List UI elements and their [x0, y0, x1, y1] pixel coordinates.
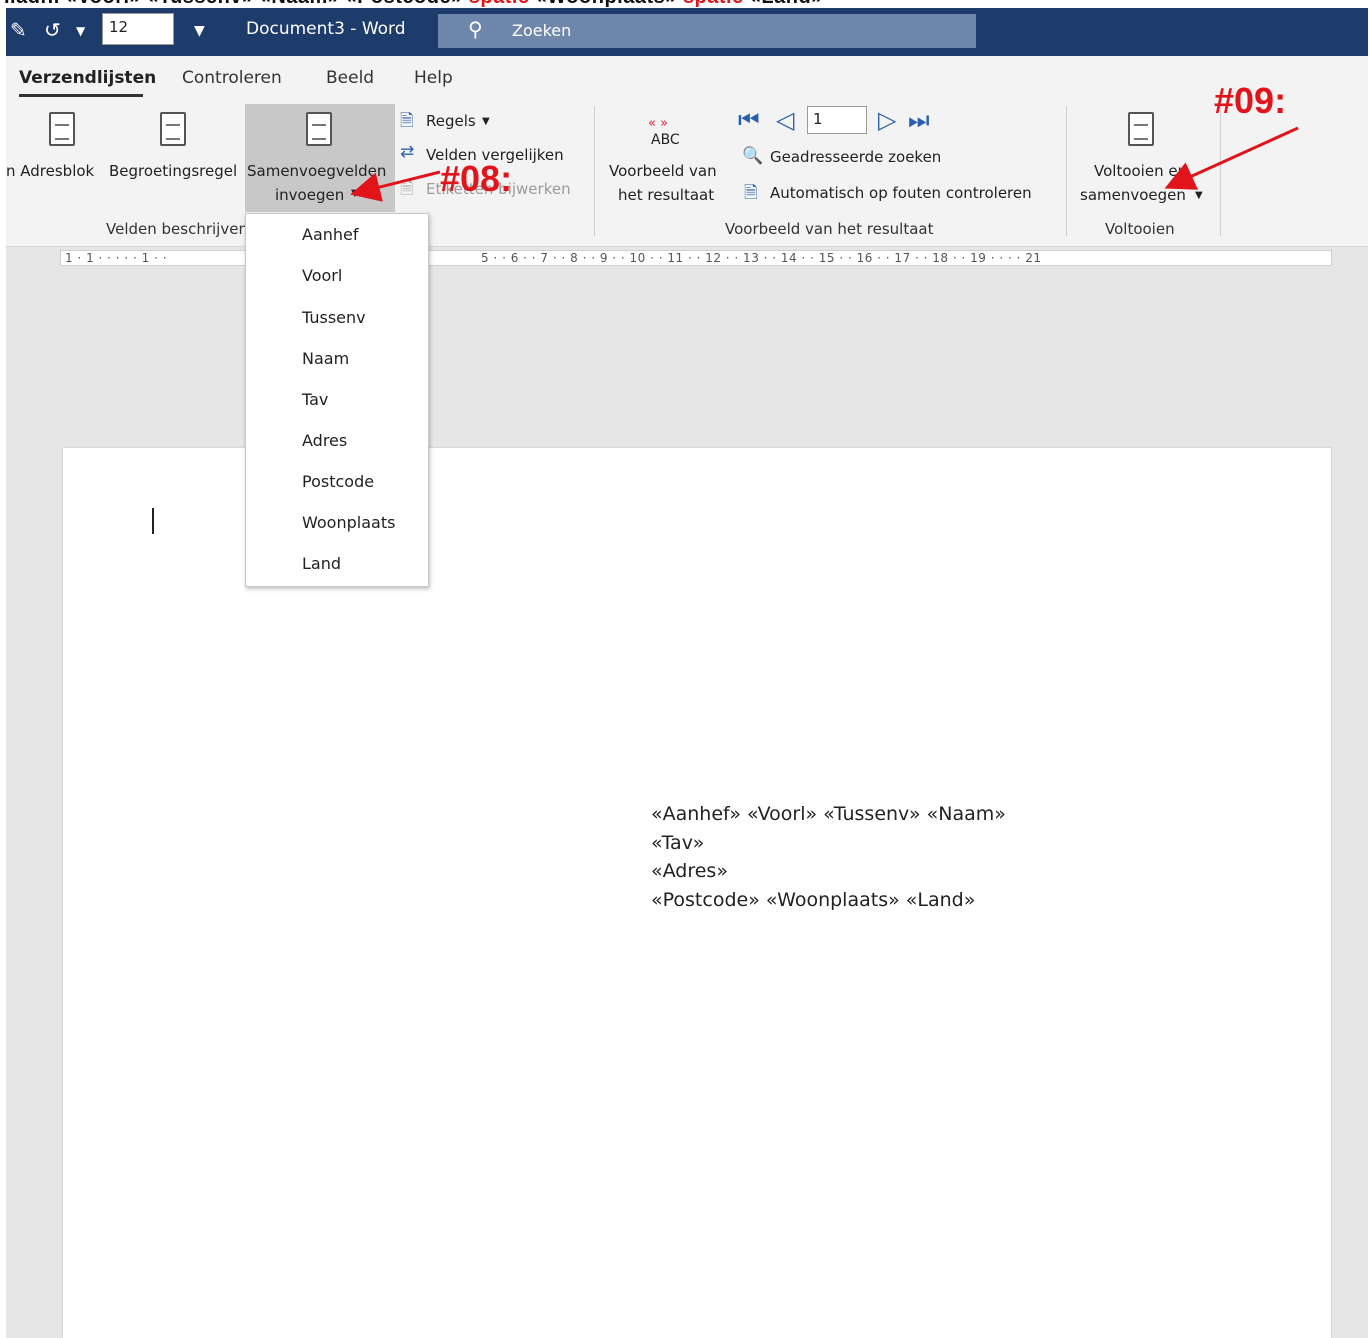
annotation-arrows: [350, 126, 1299, 202]
arrow-09: [1164, 126, 1299, 190]
arrow-08: [350, 170, 441, 202]
